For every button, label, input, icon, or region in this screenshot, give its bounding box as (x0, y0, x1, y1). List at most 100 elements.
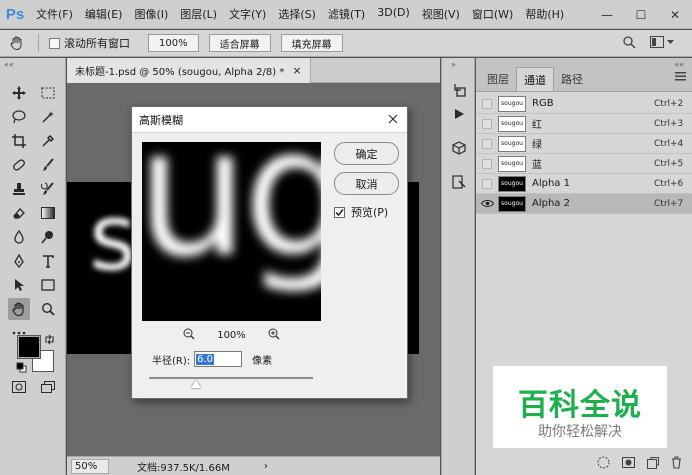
preview-checkbox[interactable] (334, 206, 345, 218)
quick-mask-icon[interactable] (8, 376, 30, 398)
zoom-tool-icon[interactable] (37, 298, 59, 320)
menu-item[interactable]: 视图(V) (416, 6, 466, 22)
strip-collapse-icon[interactable]: » (451, 60, 456, 69)
gradient-tool-icon[interactable] (37, 202, 59, 224)
clone-stamp-icon[interactable] (8, 178, 30, 200)
blur-tool-icon[interactable] (8, 226, 30, 248)
tab-layers[interactable]: 图层 (480, 67, 516, 91)
radius-slider-track[interactable] (149, 377, 313, 379)
menu-item[interactable]: 图像(I) (128, 6, 174, 22)
foreground-color-swatch[interactable] (17, 335, 41, 359)
hand-tool-icon[interactable] (8, 298, 30, 320)
menu-item[interactable]: 文件(F) (30, 6, 79, 22)
tab-channels[interactable]: 通道 (516, 67, 554, 91)
panel-menu-icon[interactable] (675, 70, 686, 84)
eraser-icon[interactable] (8, 202, 30, 224)
path-selection-icon[interactable] (8, 274, 30, 296)
eye-icon[interactable] (476, 199, 498, 208)
visibility-box[interactable] (482, 98, 492, 109)
zoom-in-icon[interactable] (268, 328, 280, 343)
visibility-box[interactable] (482, 138, 492, 149)
visibility-box[interactable] (482, 118, 492, 129)
blur-preview[interactable]: ug (142, 142, 321, 321)
photoshop-logo: Ps (5, 5, 25, 23)
menu-item[interactable]: 图层(L) (174, 6, 223, 22)
radius-input[interactable]: 6.0 (194, 351, 243, 367)
menu-item[interactable]: 3D(D) (371, 6, 416, 22)
delete-channel-icon[interactable] (671, 456, 682, 472)
lasso-tool-icon[interactable] (8, 106, 30, 128)
rectangle-tool-icon[interactable] (37, 274, 59, 296)
channel-row[interactable]: sougou Alpha 2 Ctrl+7 (476, 194, 692, 214)
load-selection-icon[interactable] (597, 456, 610, 472)
maximize-button[interactable]: ☐ (624, 0, 658, 29)
radius-slider-thumb[interactable] (191, 380, 201, 388)
default-colors-icon[interactable] (16, 362, 27, 376)
channel-row[interactable]: sougou Alpha 1 Ctrl+6 (476, 174, 692, 194)
channel-name: Alpha 1 (532, 178, 570, 189)
properties-panel-icon[interactable] (449, 172, 469, 192)
workspace-switcher-icon[interactable] (650, 36, 674, 48)
tab-paths[interactable]: 路径 (554, 67, 590, 91)
menu-item[interactable]: 编辑(E) (79, 6, 129, 22)
actions-play-icon[interactable] (449, 104, 469, 124)
channel-name: 蓝 (532, 160, 542, 171)
minimize-button[interactable]: — (590, 0, 624, 29)
fit-screen-button[interactable]: 适合屏幕 (208, 34, 271, 52)
crop-tool-icon[interactable] (8, 130, 30, 152)
zoom-out-icon[interactable] (183, 328, 195, 343)
menu-item[interactable]: 选择(S) (272, 6, 322, 22)
visibility-box[interactable] (482, 178, 492, 189)
hand-tool-preset-icon[interactable] (0, 35, 34, 51)
healing-brush-icon[interactable] (8, 154, 30, 176)
channel-thumbnail: sougou (498, 115, 526, 132)
close-window-button[interactable]: ✕ (658, 0, 692, 29)
visibility-toggle[interactable] (476, 158, 498, 169)
type-tool-icon[interactable] (37, 250, 59, 272)
magic-wand-icon[interactable] (37, 106, 59, 128)
visibility-box[interactable] (482, 158, 492, 169)
visibility-toggle[interactable] (476, 178, 498, 189)
panel-collapse-icon[interactable]: «« (674, 60, 684, 69)
dialog-close-icon[interactable] (385, 111, 401, 127)
menu-item[interactable]: 滤镜(T) (322, 6, 371, 22)
channel-row[interactable]: sougou 蓝 Ctrl+5 (476, 154, 692, 174)
visibility-toggle[interactable] (476, 98, 498, 109)
preview-option[interactable]: 预览(P) (334, 204, 388, 220)
channel-row[interactable]: sougou 绿 Ctrl+4 (476, 134, 692, 154)
eyedropper-icon[interactable] (37, 130, 59, 152)
visibility-toggle[interactable] (476, 118, 498, 129)
fill-screen-button[interactable]: 填充屏幕 (280, 34, 343, 52)
menu-item[interactable]: 帮助(H) (519, 6, 570, 22)
status-menu-arrow-icon[interactable]: › (264, 461, 268, 472)
move-tool-icon[interactable] (8, 82, 30, 104)
zoom-100-button[interactable]: 100% (148, 34, 199, 52)
visibility-toggle[interactable] (476, 138, 498, 149)
search-icon[interactable] (622, 35, 636, 52)
screen-mode-icon[interactable] (37, 376, 59, 398)
new-channel-icon[interactable] (647, 456, 659, 472)
save-selection-icon[interactable] (622, 457, 635, 471)
history-brush-icon[interactable] (37, 178, 59, 200)
pen-tool-icon[interactable] (8, 250, 30, 272)
brush-tool-icon[interactable] (37, 154, 59, 176)
document-tab-close-icon[interactable]: × (292, 64, 301, 77)
channel-row[interactable]: sougou 红 Ctrl+3 (476, 114, 692, 134)
scroll-all-windows-checkbox[interactable] (49, 37, 60, 49)
ok-button[interactable]: 确定 (334, 142, 399, 165)
scroll-all-windows-option[interactable]: 滚动所有窗口 (49, 35, 130, 51)
menu-item[interactable]: 文字(Y) (223, 6, 272, 22)
3d-panel-icon[interactable] (449, 138, 469, 158)
status-zoom-field[interactable]: 50% (71, 458, 109, 474)
document-tab[interactable]: 未标题-1.psd @ 50% (sougou, Alpha 2/8) * × (67, 58, 311, 83)
toolbox-collapse-icon[interactable]: «« (4, 60, 14, 69)
gaussian-blur-dialog: 高斯模糊 ug 确定 取消 预览(P) 100% 半径(R): 6.0 像素 (131, 106, 408, 399)
marquee-tool-icon[interactable] (37, 82, 59, 104)
options-separator (38, 34, 39, 52)
history-panel-icon[interactable] (449, 80, 469, 100)
swap-colors-icon[interactable] (44, 334, 55, 348)
channel-row[interactable]: sougou RGB Ctrl+2 (476, 94, 692, 114)
dodge-tool-icon[interactable] (37, 226, 59, 248)
menu-item[interactable]: 窗口(W) (466, 6, 519, 22)
cancel-button[interactable]: 取消 (334, 172, 399, 195)
